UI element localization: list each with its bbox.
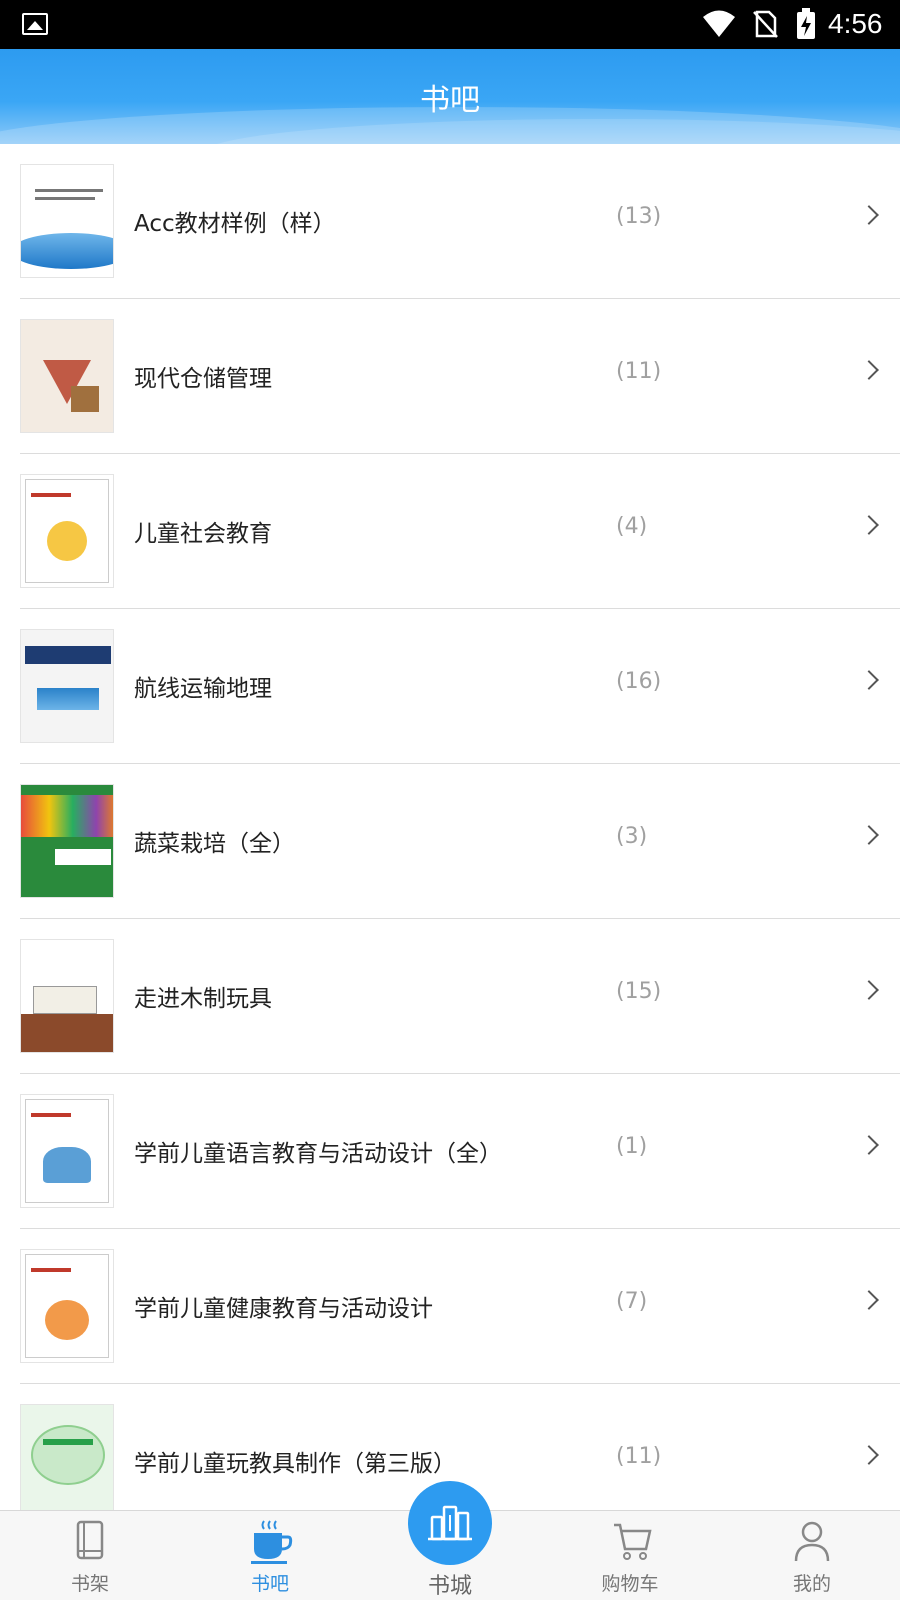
book-list[interactable]: Acc教材样例（样） (13) 现代仓储管理 (11) 儿童社会教育 (4) 航… xyxy=(0,144,900,1510)
coffee-cup-icon xyxy=(251,1520,293,1564)
status-bar: 4:56 xyxy=(0,0,900,49)
tab-label: 购物车 xyxy=(601,1573,659,1595)
book-title: Acc教材样例（样） xyxy=(134,211,336,237)
image-icon xyxy=(22,13,48,35)
page-title: 书吧 xyxy=(420,83,480,118)
book-count: (7) xyxy=(616,1289,648,1314)
book-title: 蔬菜栽培（全） xyxy=(134,831,295,857)
status-time: 4:56 xyxy=(828,8,883,39)
list-item[interactable]: 蔬菜栽培（全） (3) xyxy=(20,764,900,919)
book-count: (3) xyxy=(616,824,648,849)
tab-bookbar[interactable]: 书吧 xyxy=(210,1511,330,1600)
tab-bookstore-button[interactable] xyxy=(408,1481,492,1565)
chevron-right-icon xyxy=(859,670,879,690)
list-item[interactable]: 走进木制玩具 (15) xyxy=(20,919,900,1074)
chevron-right-icon xyxy=(859,360,879,380)
tab-cart[interactable]: 购物车 xyxy=(570,1511,690,1600)
book-cover xyxy=(20,474,114,588)
book-cover xyxy=(20,1249,114,1363)
book-cover xyxy=(20,164,114,278)
chevron-right-icon xyxy=(859,205,879,225)
book-count: (15) xyxy=(616,979,662,1004)
tab-label: 书吧 xyxy=(250,1573,289,1595)
book-cover xyxy=(20,629,114,743)
chevron-right-icon xyxy=(859,825,879,845)
tab-label: 我的 xyxy=(792,1573,831,1595)
book-count: (11) xyxy=(616,1444,662,1469)
city-buildings-icon xyxy=(428,1505,472,1541)
book-cover xyxy=(20,939,114,1053)
person-icon xyxy=(794,1521,830,1562)
book-count: (13) xyxy=(616,204,662,229)
book-cover xyxy=(20,1094,114,1208)
list-item[interactable]: 儿童社会教育 (4) xyxy=(20,454,900,609)
book-icon xyxy=(76,1520,104,1560)
list-item[interactable]: Acc教材样例（样） (13) xyxy=(20,144,900,299)
chevron-right-icon xyxy=(859,515,879,535)
cart-icon xyxy=(614,1523,652,1560)
list-item[interactable]: 现代仓储管理 (11) xyxy=(20,299,900,454)
book-count: (4) xyxy=(616,514,648,539)
list-item[interactable]: 学前儿童健康教育与活动设计 (7) xyxy=(20,1229,900,1384)
book-title: 现代仓储管理 xyxy=(134,366,272,392)
no-sim-icon xyxy=(753,10,778,38)
chevron-right-icon xyxy=(859,1445,879,1465)
book-title: 航线运输地理 xyxy=(134,676,272,702)
book-count: (1) xyxy=(616,1134,648,1159)
book-title: 学前儿童玩教具制作（第三版） xyxy=(134,1451,456,1477)
chevron-right-icon xyxy=(859,980,879,1000)
book-cover xyxy=(20,319,114,433)
battery-charging-icon xyxy=(797,8,815,39)
tab-bookshelf[interactable]: 书架 xyxy=(30,1511,150,1600)
tab-label: 书架 xyxy=(70,1573,109,1595)
header: 书吧 xyxy=(0,49,900,144)
book-title: 走进木制玩具 xyxy=(134,986,272,1012)
tab-me[interactable]: 我的 xyxy=(752,1511,872,1600)
book-count: (11) xyxy=(616,359,662,384)
wifi-icon xyxy=(703,10,735,37)
book-cover xyxy=(20,784,114,898)
book-cover xyxy=(20,1404,114,1510)
book-title: 儿童社会教育 xyxy=(134,521,272,547)
book-title: 学前儿童健康教育与活动设计 xyxy=(134,1296,433,1322)
chevron-right-icon xyxy=(859,1290,879,1310)
tab-label-bookstore: 书城 xyxy=(427,1574,472,1599)
chevron-right-icon xyxy=(859,1135,879,1155)
book-title: 学前儿童语言教育与活动设计（全） xyxy=(134,1141,502,1167)
list-item[interactable]: 学前儿童语言教育与活动设计（全） (1) xyxy=(20,1074,900,1229)
list-item[interactable]: 航线运输地理 (16) xyxy=(20,609,900,764)
book-count: (16) xyxy=(616,669,662,694)
